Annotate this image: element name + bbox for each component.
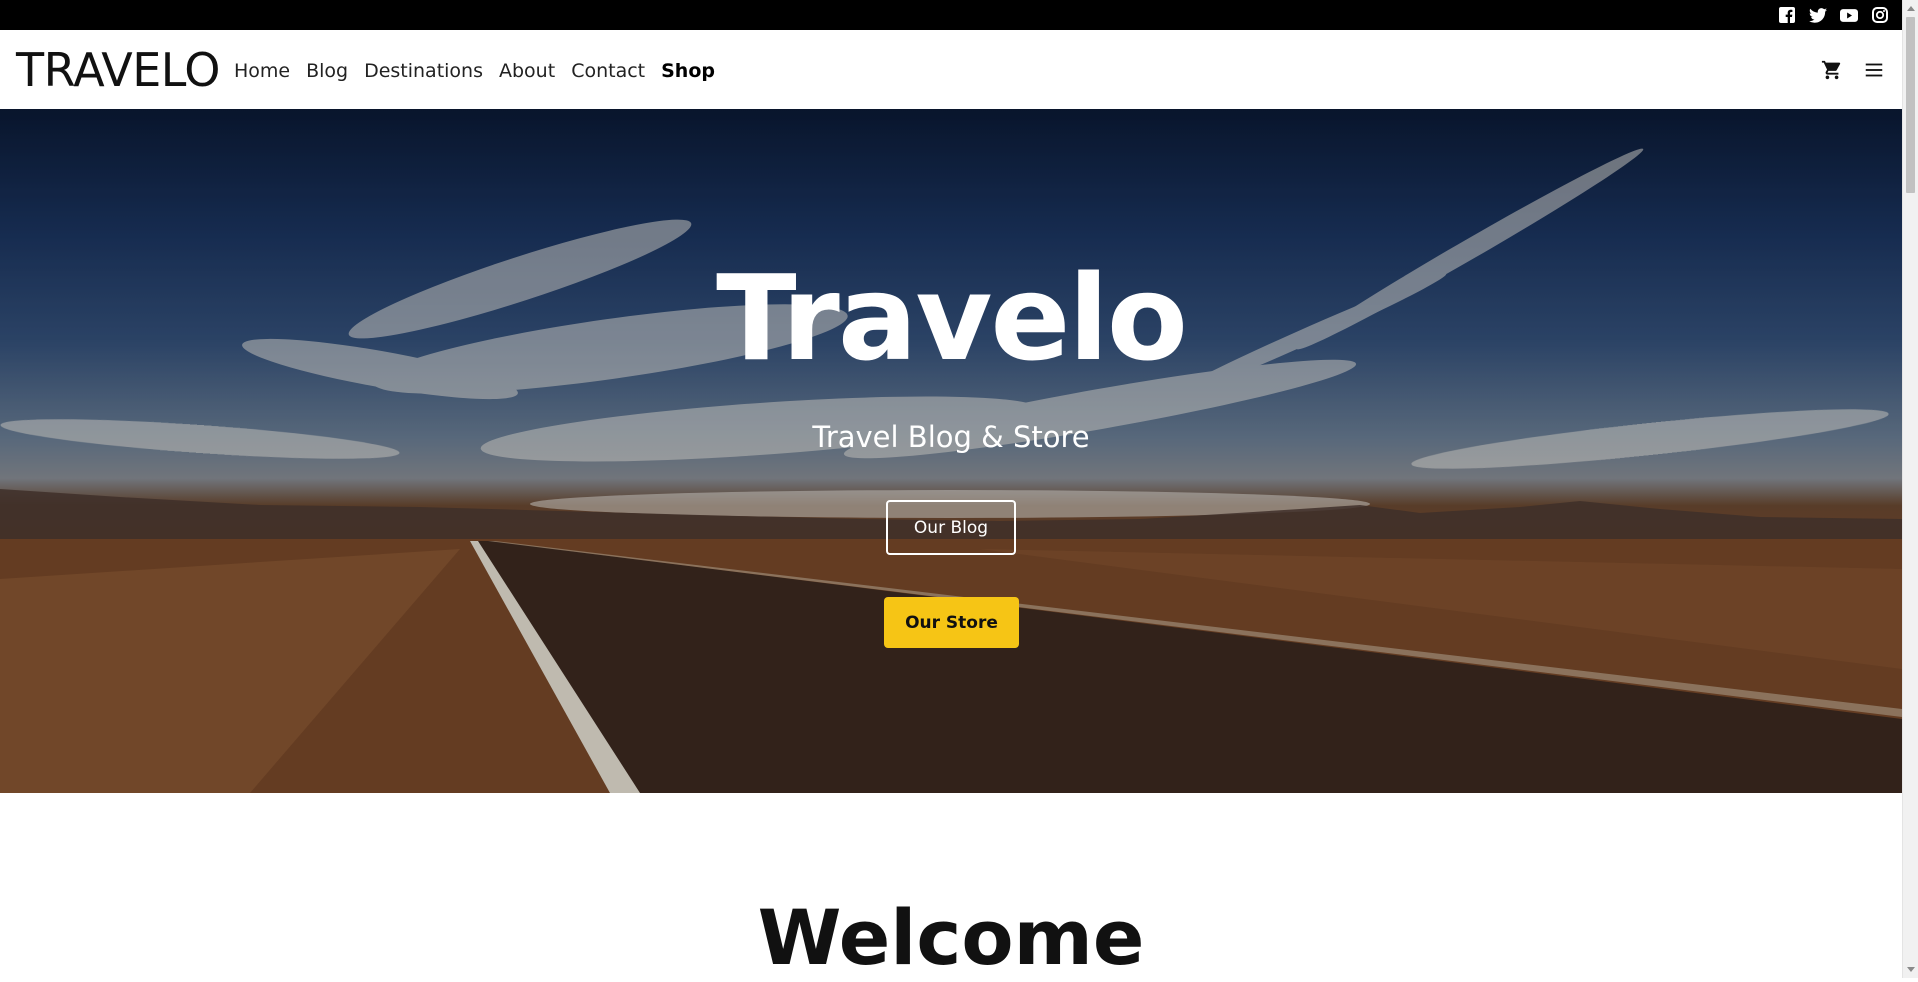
site-header: TRAVELO Home Blog Destinations About Con… [0, 30, 1902, 109]
nav-home[interactable]: Home [234, 60, 290, 82]
scroll-down-arrow-icon[interactable] [1903, 962, 1918, 978]
cart-icon[interactable] [1820, 58, 1844, 82]
our-store-button[interactable]: Our Store [884, 597, 1019, 648]
header-actions [1820, 30, 1886, 109]
main-nav: Home Blog Destinations About Contact Sho… [234, 60, 731, 82]
our-blog-button[interactable]: Our Blog [886, 500, 1016, 555]
hero-title: Travelo [716, 249, 1188, 387]
social-topbar [0, 0, 1902, 30]
menu-icon[interactable] [1862, 58, 1886, 82]
page-scrollbar[interactable] [1902, 0, 1918, 978]
facebook-icon[interactable] [1777, 5, 1797, 25]
scrollbar-thumb[interactable] [1906, 17, 1915, 193]
hero-banner: Travelo Travel Blog & Store Our Blog Our… [0, 109, 1902, 793]
nav-about[interactable]: About [499, 60, 555, 82]
youtube-icon[interactable] [1839, 5, 1859, 25]
nav-destinations[interactable]: Destinations [364, 60, 483, 82]
instagram-icon[interactable] [1870, 5, 1890, 25]
nav-shop[interactable]: Shop [661, 60, 715, 82]
site-logo[interactable]: TRAVELO [16, 47, 220, 93]
welcome-heading: Welcome [757, 893, 1145, 982]
hero-subtitle: Travel Blog & Store [812, 420, 1090, 454]
scroll-up-arrow-icon[interactable] [1903, 0, 1918, 16]
hero-content: Travelo Travel Blog & Store Our Blog Our… [0, 109, 1902, 793]
nav-contact[interactable]: Contact [571, 60, 645, 82]
twitter-icon[interactable] [1808, 5, 1828, 25]
nav-blog[interactable]: Blog [306, 60, 348, 82]
